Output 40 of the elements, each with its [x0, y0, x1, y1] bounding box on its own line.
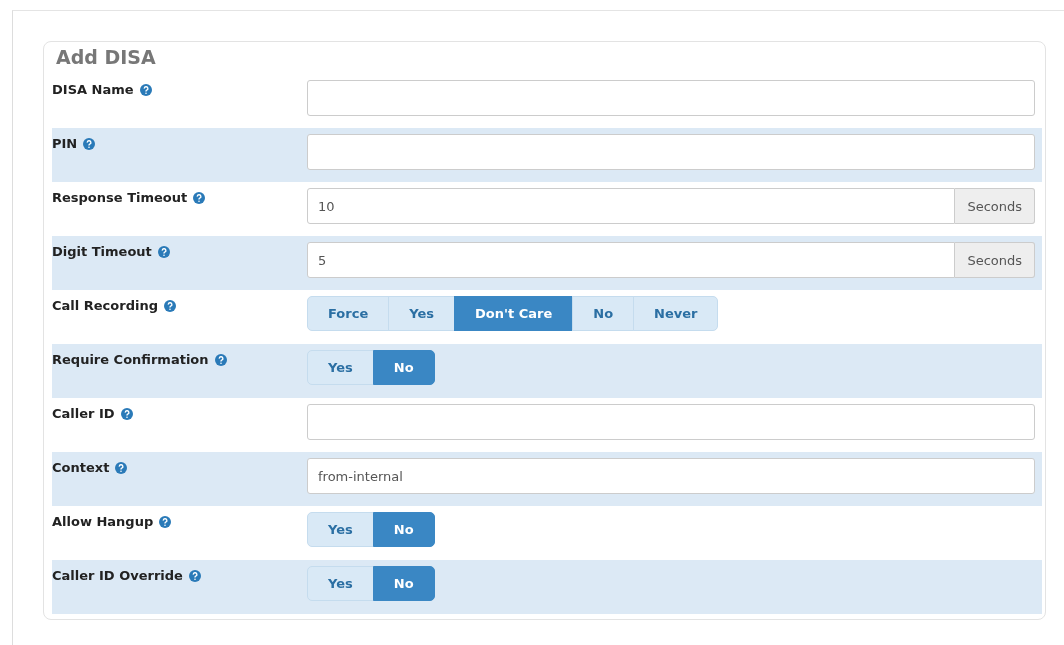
option-button[interactable]: Don't Care — [454, 296, 574, 331]
help-icon[interactable] — [193, 192, 206, 204]
help-icon[interactable] — [120, 408, 133, 420]
field-label: Allow Hangup — [52, 514, 154, 529]
field-label: PIN — [52, 136, 78, 151]
field-label: Call Recording — [52, 298, 158, 313]
field-label: DISA Name — [52, 82, 134, 97]
help-icon[interactable] — [83, 138, 96, 150]
help-icon[interactable] — [157, 246, 170, 258]
text-field[interactable]: from-internal — [307, 458, 1035, 494]
option-button[interactable]: Never — [633, 296, 719, 331]
help-icon[interactable] — [115, 462, 128, 474]
field-label: Require Confirmation — [52, 352, 209, 367]
field-label: Context — [52, 460, 110, 475]
help-icon[interactable] — [159, 516, 172, 528]
text-field[interactable]: 5 — [307, 242, 956, 278]
option-button[interactable]: Yes — [307, 350, 374, 385]
option-button[interactable]: Yes — [388, 296, 455, 331]
field-label: Digit Timeout — [52, 244, 152, 259]
form-title: Add DISA — [55, 45, 157, 70]
text-field[interactable] — [307, 80, 1035, 116]
option-button[interactable]: Force — [307, 296, 390, 331]
option-button[interactable]: No — [572, 296, 635, 331]
field-label: Caller ID — [52, 406, 115, 421]
option-button[interactable]: Yes — [307, 512, 374, 547]
field-label: Response Timeout — [52, 190, 188, 205]
help-icon[interactable] — [163, 300, 176, 312]
help-icon[interactable] — [214, 354, 227, 366]
text-field[interactable] — [307, 404, 1035, 440]
text-field[interactable] — [307, 134, 1035, 170]
help-icon[interactable] — [139, 84, 152, 96]
option-button[interactable]: Yes — [307, 566, 374, 601]
unit-label: Seconds — [955, 188, 1035, 224]
help-icon[interactable] — [188, 570, 201, 582]
unit-label: Seconds — [955, 242, 1035, 278]
option-button[interactable]: No — [372, 566, 435, 601]
text-field[interactable]: 10 — [307, 188, 956, 224]
field-label: Caller ID Override — [52, 568, 183, 583]
option-button[interactable]: No — [372, 350, 435, 385]
option-button[interactable]: No — [372, 512, 435, 547]
